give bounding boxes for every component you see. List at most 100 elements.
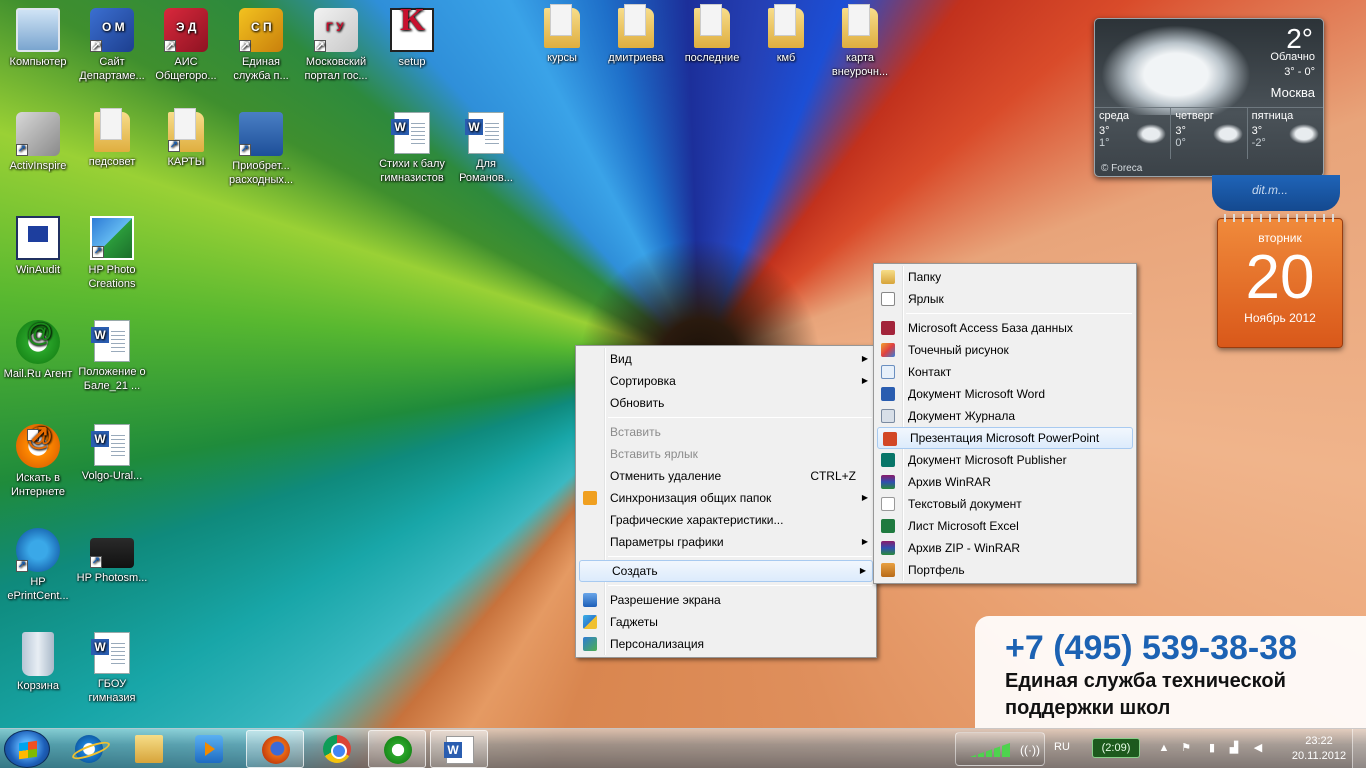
desktop-icon-activinspire[interactable]: ↗ ActivInspire: [0, 112, 76, 173]
taskbar-mailru-button[interactable]: [368, 730, 426, 768]
submenu-item-contact[interactable]: Контакт: [876, 361, 1134, 383]
desktop-icon-poslednie[interactable]: последние: [674, 4, 750, 65]
menu-item-label: Синхронизация общих папок: [610, 491, 772, 505]
powerpoint-icon: [883, 432, 897, 446]
submenu-item-powerpoint[interactable]: Презентация Microsoft PowerPoint: [877, 427, 1133, 449]
menu-item-sort[interactable]: Сортировка ▶: [578, 370, 874, 392]
icon-label: АИС Общегоро...: [155, 56, 217, 82]
taskbar-word-button[interactable]: W: [430, 730, 488, 768]
icon-label: HP Photosm...: [76, 572, 148, 584]
menu-item-sync-folders[interactable]: Синхронизация общих папок ▶: [578, 487, 874, 509]
menu-item-create[interactable]: Создать ▶: [579, 560, 873, 582]
calendar-gadget[interactable]: вторник 20 Ноябрь 2012: [1217, 214, 1343, 348]
menu-item-view[interactable]: Вид ▶: [578, 348, 874, 370]
desktop-icon-hp-photosmart[interactable]: ↗ HP Photosm...: [74, 528, 150, 585]
weather-city: Москва: [1270, 85, 1315, 100]
show-desktop-button[interactable]: [1352, 729, 1366, 768]
desktop-icon-moscow-portal[interactable]: Г У ↗ Московский портал гос...: [298, 8, 374, 83]
menu-item-graphics-options[interactable]: Параметры графики ▶: [578, 531, 874, 553]
submenu-arrow-icon: ▶: [861, 493, 868, 502]
cube-icon: О М ↗: [90, 8, 134, 52]
menu-item-undo-delete[interactable]: Отменить удаление CTRL+Z: [578, 465, 874, 487]
taskbar: W ((·)) RU (2:09) ▲ ⚑ ▮ ▟ ◀ 23:22 20.11.…: [0, 728, 1366, 768]
desktop-icon-computer[interactable]: Компьютер: [0, 8, 76, 69]
start-button[interactable]: [4, 730, 50, 768]
desktop-icon-hp-photo-creations[interactable]: ↗ HP Photo Creations: [74, 216, 150, 291]
language-indicator[interactable]: RU: [1054, 741, 1070, 753]
taskbar-explorer-button[interactable]: [120, 730, 178, 768]
desktop-icon-dlya-romanov[interactable]: W Для Романов...: [448, 112, 524, 185]
menu-item-label: Вставить ярлык: [610, 447, 698, 461]
desktop-icon-ais[interactable]: Э Д ↗ АИС Общегоро...: [148, 8, 224, 83]
support-info-box: +7 (495) 539-38-38 Единая служба техниче…: [975, 616, 1366, 728]
network-signal-widget[interactable]: ((·)): [955, 732, 1045, 766]
desktop-icon-polozhenie[interactable]: W Положение о Бале_21 ...: [74, 320, 150, 393]
submenu-item-word[interactable]: Документ Microsoft Word: [876, 383, 1134, 405]
volume-icon[interactable]: ◀: [1252, 742, 1264, 754]
word-document-icon: W: [91, 320, 130, 362]
show-hidden-icons-icon[interactable]: ▲: [1158, 742, 1170, 754]
battery-icon[interactable]: ▮: [1206, 742, 1218, 754]
submenu-item-access[interactable]: Microsoft Access База данных: [876, 317, 1134, 339]
taskbar-media-button[interactable]: [180, 730, 238, 768]
menu-item-screen-resolution[interactable]: Разрешение экрана: [578, 589, 874, 611]
menu-item-graphics-properties[interactable]: Графические характеристики...: [578, 509, 874, 531]
submenu-item-winrar[interactable]: Архив WinRAR: [876, 471, 1134, 493]
desktop-icon-winaudit[interactable]: WinAudit: [0, 216, 76, 277]
taskbar-chrome-button[interactable]: [308, 730, 366, 768]
desktop-icon-kmb[interactable]: кмб: [748, 4, 824, 65]
battery-timer[interactable]: (2:09): [1092, 738, 1140, 758]
desktop-icon-recycle-bin[interactable]: Корзина: [0, 632, 76, 693]
forecast-day-name: пятница: [1251, 110, 1294, 122]
desktop-icon-priobretenie[interactable]: ↗ Приобрет... расходных...: [223, 112, 299, 187]
menu-item-paste[interactable]: Вставить: [578, 421, 874, 443]
submenu-item-shortcut[interactable]: Ярлык: [876, 288, 1134, 310]
desktop-icon-setup[interactable]: K setup: [374, 3, 450, 69]
action-center-flag-icon[interactable]: ⚑: [1180, 742, 1192, 754]
icon-label: ActivInspire: [9, 160, 67, 172]
desktop-icon-stihi[interactable]: W Стихи к балу гимназистов: [374, 112, 450, 185]
submenu-item-zip[interactable]: Архив ZIP - WinRAR: [876, 537, 1134, 559]
menu-item-personalize[interactable]: Персонализация: [578, 633, 874, 655]
desktop-icon-dmitrieva[interactable]: дмитриева: [598, 4, 674, 65]
submenu-item-folder[interactable]: Папку: [876, 266, 1134, 288]
mailru-agent-icon: [384, 736, 412, 764]
folder-icon: [768, 4, 804, 48]
shortcut-arrow-icon: ↗: [239, 144, 251, 156]
desktop-icon-karty[interactable]: ↗ КАРТЫ: [148, 108, 224, 169]
submenu-item-publisher[interactable]: Документ Microsoft Publisher: [876, 449, 1134, 471]
desktop-icon-karta-vneurochnoy[interactable]: карта внеурочн...: [822, 4, 898, 79]
menu-item-gadgets[interactable]: Гаджеты: [578, 611, 874, 633]
signal-bars-icon: [970, 743, 1010, 757]
desktop-icon-pedsovet[interactable]: педсовет: [74, 108, 150, 169]
submenu-item-text[interactable]: Текстовый документ: [876, 493, 1134, 515]
menu-item-paste-shortcut[interactable]: Вставить ярлык: [578, 443, 874, 465]
desktop-icon-mailru-agent[interactable]: @ Mail.Ru Агент: [0, 319, 76, 381]
submenu-item-excel[interactable]: Лист Microsoft Excel: [876, 515, 1134, 537]
submenu-item-bitmap[interactable]: Точечный рисунок: [876, 339, 1134, 361]
taskbar-ie-button[interactable]: [60, 730, 118, 768]
desktop-icon-edinaya-sluzhba[interactable]: С П ↗ Единая служба п...: [223, 8, 299, 83]
desktop-icon-volgo-ural[interactable]: W Volgo-Ural...: [74, 424, 150, 483]
desktop-icon-gbou[interactable]: W ГБОУ гимназия: [74, 632, 150, 705]
menu-item-refresh[interactable]: Обновить: [578, 392, 874, 414]
network-icon[interactable]: ▟: [1228, 742, 1240, 754]
desktop-icon-kursy[interactable]: курсы: [524, 4, 600, 65]
submenu-item-briefcase[interactable]: Портфель: [876, 559, 1134, 581]
weather-range: 3° - 0°: [1284, 66, 1315, 78]
winrar-icon: [881, 475, 895, 489]
word-document-icon: W: [91, 632, 130, 674]
menu-item-shortcut: CTRL+Z: [810, 469, 856, 483]
system-clock[interactable]: 23:22 20.11.2012: [1290, 734, 1348, 764]
menu-item-label: Архив ZIP - WinRAR: [908, 541, 1021, 555]
desktop-icon-hp-eprintcenter[interactable]: ↗ HP ePrintCent...: [0, 528, 76, 603]
taskbar-firefox-button[interactable]: [246, 730, 304, 768]
weather-gadget[interactable]: 2° Облачно 3° - 0° Москва среда 3° 1° че…: [1094, 18, 1324, 177]
desktop-icon-search-internet[interactable]: @↗ Искать в Интернете: [0, 422, 76, 499]
icon-label: курсы: [547, 52, 577, 64]
folder-icon: [94, 108, 130, 152]
submenu-item-journal[interactable]: Документ Журнала: [876, 405, 1134, 427]
icon-label: Искать в Интернете: [11, 472, 65, 498]
desktop-icon-dept-site[interactable]: О М ↗ Сайт Департаме...: [74, 8, 150, 83]
computer-icon: [16, 8, 60, 52]
